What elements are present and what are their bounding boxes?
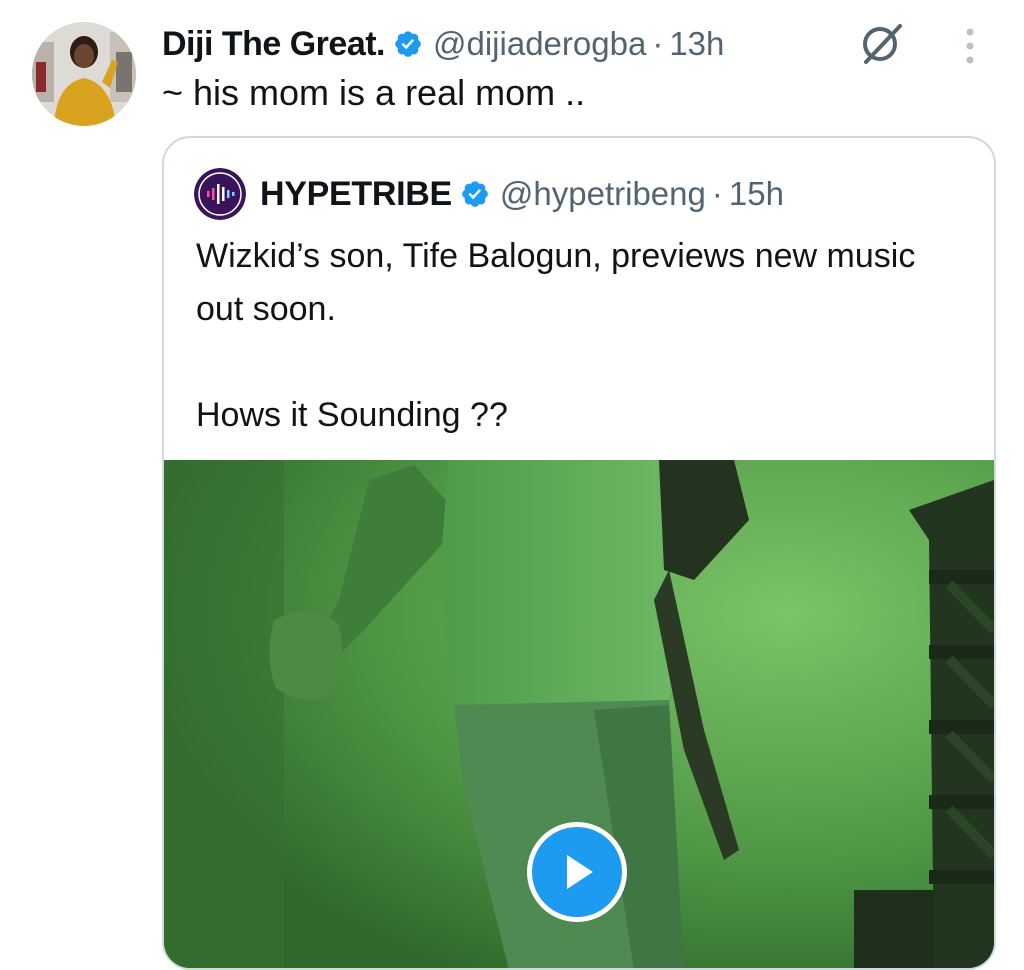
quoted-tweet-text: Wizkid’s son, Tife Balogun, previews new… xyxy=(196,230,956,442)
hypetribe-logo-icon xyxy=(194,168,246,220)
quoted-tweet-card[interactable]: HYPETRIBE @hypetribeng · 15h Wizkid’s so… xyxy=(162,136,996,970)
user-avatar[interactable] xyxy=(32,22,136,126)
display-name[interactable]: Diji The Great. xyxy=(162,25,386,64)
quoted-user-handle[interactable]: @hypetribeng xyxy=(500,175,706,213)
tweet-text: ~ his mom is a real mom .. xyxy=(162,72,586,113)
more-vertical-icon[interactable] xyxy=(958,26,982,68)
quoted-tweet-header: HYPETRIBE @hypetribeng · 15h xyxy=(260,168,784,220)
play-button[interactable] xyxy=(527,822,627,922)
grok-icon[interactable] xyxy=(858,22,906,66)
quoted-display-name[interactable]: HYPETRIBE xyxy=(260,175,452,214)
quoted-user-avatar[interactable] xyxy=(194,168,246,220)
tweet-header: Diji The Great. @dijiaderogba · 13h xyxy=(162,18,724,70)
play-icon xyxy=(567,855,593,889)
separator-dot: · xyxy=(711,175,723,212)
separator-dot: · xyxy=(652,25,664,62)
verified-badge-icon xyxy=(460,179,490,209)
avatar-photo xyxy=(32,22,136,126)
tweet-timestamp[interactable]: 13h xyxy=(669,25,724,63)
quoted-tweet-text-line: Wizkid’s son, Tife Balogun, previews new… xyxy=(196,237,916,328)
quoted-tweet-text-line: Hows it Sounding ?? xyxy=(196,396,508,434)
quoted-tweet-timestamp[interactable]: 15h xyxy=(729,175,784,213)
user-handle[interactable]: @dijiaderogba xyxy=(433,25,646,63)
video-media[interactable] xyxy=(164,460,994,968)
verified-badge-icon xyxy=(393,29,423,59)
